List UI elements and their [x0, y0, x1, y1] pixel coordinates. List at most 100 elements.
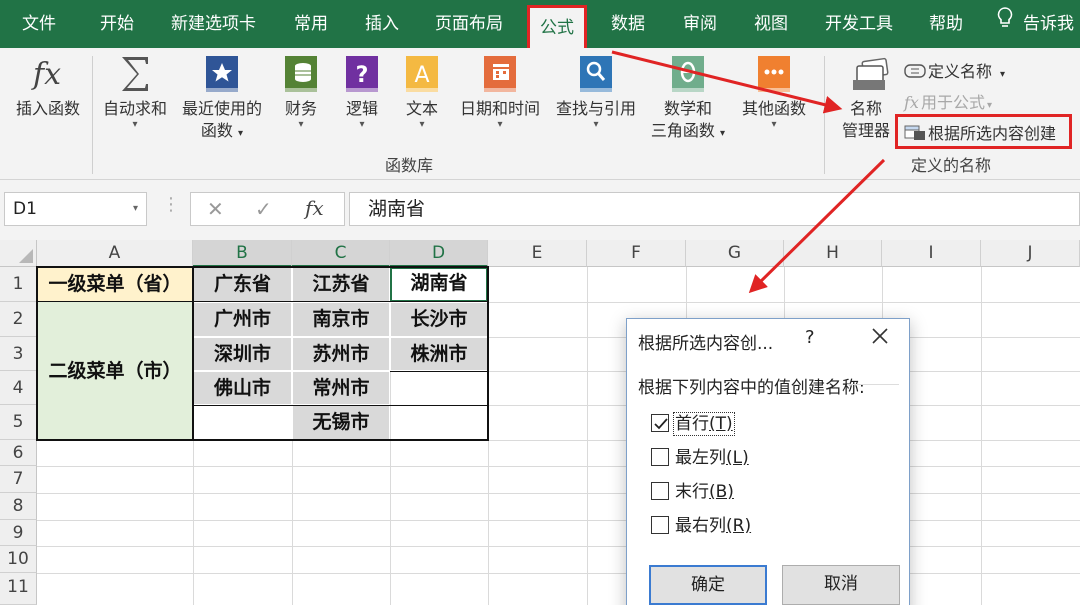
option-right-column-text: 最右列: [675, 516, 726, 536]
chevron-down-icon[interactable]: ▾: [133, 193, 138, 225]
coins-book-icon: [284, 54, 318, 94]
tab-insert[interactable]: 插入: [365, 0, 399, 48]
table-divider: [192, 266, 194, 441]
define-name-button[interactable]: 定义名称 ▾: [904, 58, 1005, 83]
column-header-h[interactable]: H: [784, 240, 882, 267]
svg-text:A: A: [414, 63, 429, 88]
chevron-down-icon: ▾: [359, 119, 365, 130]
column-header-e[interactable]: E: [488, 240, 587, 267]
formula-bar-resize-handle[interactable]: ⋮: [162, 194, 180, 215]
gridline: [981, 267, 982, 605]
insert-function-icon[interactable]: fx: [305, 196, 324, 220]
name-manager-button[interactable]: 名称 管理器: [836, 54, 896, 142]
column-header-a[interactable]: A: [37, 240, 193, 267]
name-manager-label-2: 管理器: [841, 121, 890, 140]
checkbox-bottom-row[interactable]: [651, 482, 669, 500]
gridline: [37, 466, 1080, 467]
calendar-book-icon: [483, 54, 517, 94]
checkbox-top-row[interactable]: [651, 414, 669, 432]
enter-icon[interactable]: ✓: [255, 197, 272, 221]
tab-formulas[interactable]: 公式: [527, 5, 587, 48]
more-functions-label: 其他函数: [741, 99, 806, 118]
ribbon-tab-bar: 文件 开始 新建选项卡 常用 插入 页面布局 公式 数据 审阅 视图 开发工具 …: [0, 0, 1080, 48]
create-from-selection-button[interactable]: 根据所选内容创建: [904, 120, 1056, 145]
dots-book-icon: [757, 54, 791, 94]
row-header-9[interactable]: 9: [0, 520, 37, 546]
formula-bar: D1 ▾ ⋮ ✕ ✓ fx 湖南省: [0, 180, 1080, 240]
name-box-value: D1: [13, 199, 37, 219]
column-header-f[interactable]: F: [587, 240, 686, 267]
formula-input[interactable]: 湖南省: [349, 192, 1080, 226]
text-button[interactable]: A 文本 ▾: [402, 54, 442, 130]
date-time-button[interactable]: 日期和时间 ▾: [456, 54, 544, 130]
tab-file[interactable]: 文件: [22, 0, 56, 48]
checkbox-left-column[interactable]: [651, 448, 669, 466]
column-header-c[interactable]: C: [292, 240, 390, 267]
recently-used-button[interactable]: 最近使用的 函数 ▾: [178, 54, 266, 145]
row-header-5[interactable]: 5: [0, 405, 37, 440]
row-header-2[interactable]: 2: [0, 302, 37, 337]
tab-help[interactable]: 帮助: [929, 0, 963, 48]
tab-home[interactable]: 开始: [100, 0, 134, 48]
row-header-4[interactable]: 4: [0, 371, 37, 405]
column-header-g[interactable]: G: [686, 240, 784, 267]
option-top-row-label: 首行(T): [673, 412, 735, 436]
logical-label: 逻辑: [345, 99, 378, 118]
sigma-icon: [118, 54, 152, 94]
more-functions-button[interactable]: 其他函数 ▾: [736, 54, 812, 130]
ok-button[interactable]: 确定: [649, 565, 767, 605]
column-header-b[interactable]: B: [193, 240, 292, 267]
ribbon-separator: [824, 56, 825, 174]
option-left-column[interactable]: 最左列(L): [651, 443, 749, 468]
tab-developer[interactable]: 开发工具: [825, 0, 893, 48]
row-header-10[interactable]: 10: [0, 546, 37, 573]
option-top-row[interactable]: 首行(T): [651, 409, 735, 436]
column-header-j[interactable]: J: [981, 240, 1080, 267]
tab-common[interactable]: 常用: [294, 0, 328, 48]
tab-data[interactable]: 数据: [611, 0, 645, 48]
help-button[interactable]: ?: [805, 327, 815, 348]
tab-review[interactable]: 审阅: [683, 0, 717, 48]
use-in-formula-button[interactable]: fx 用于公式 ▾: [904, 89, 992, 113]
row-header-6[interactable]: 6: [0, 440, 37, 466]
define-name-label: 定义名称: [928, 62, 993, 81]
logical-button[interactable]: ? 逻辑 ▾: [342, 54, 382, 130]
name-box[interactable]: D1 ▾: [4, 192, 147, 226]
tab-view[interactable]: 视图: [754, 0, 788, 48]
option-top-row-text: 首行: [675, 414, 709, 434]
column-header-i[interactable]: I: [882, 240, 981, 267]
option-bottom-row-text: 末行: [675, 482, 709, 502]
column-header-d[interactable]: D: [390, 240, 488, 267]
cancel-icon[interactable]: ✕: [207, 197, 224, 221]
row-header-1[interactable]: 1: [0, 267, 37, 302]
option-bottom-row[interactable]: 末行(B): [651, 477, 734, 502]
name-manager-label-1: 名称: [849, 99, 882, 118]
tab-new[interactable]: 新建选项卡: [171, 0, 256, 48]
tell-me-box[interactable]: 告诉我: [997, 0, 1074, 48]
tab-page-layout[interactable]: 页面布局: [435, 0, 503, 48]
financial-button[interactable]: 财务 ▾: [280, 54, 322, 130]
lookup-reference-button[interactable]: 查找与引用 ▾: [552, 54, 640, 130]
math-trig-label-1: 数学和: [663, 99, 712, 118]
insert-function-button[interactable]: fx 插入函数: [10, 54, 86, 120]
select-all-corner[interactable]: [0, 240, 37, 267]
math-trig-button[interactable]: 数学和 三角函数 ▾: [646, 54, 730, 145]
select-all-triangle-icon: [19, 249, 33, 263]
option-right-column[interactable]: 最右列(R): [651, 511, 751, 536]
option-right-column-key: (R): [726, 516, 752, 536]
gridline: [37, 493, 1080, 494]
worksheet-grid: A B C D E F G H I J 1 2 3 4 5 6 7 8 9 10…: [0, 240, 1080, 605]
row-header-11[interactable]: 11: [0, 573, 37, 605]
checkbox-right-column[interactable]: [651, 516, 669, 534]
row-header-3[interactable]: 3: [0, 337, 37, 371]
formula-buttons: ✕ ✓ fx: [190, 192, 345, 226]
cancel-button[interactable]: 取消: [782, 565, 900, 605]
row-header-8[interactable]: 8: [0, 493, 37, 520]
option-top-row-key: (T): [709, 414, 733, 434]
row-header-7[interactable]: 7: [0, 466, 37, 493]
lightbulb-icon: [997, 0, 1013, 48]
dialog-divider: [847, 384, 899, 385]
close-icon[interactable]: [867, 323, 893, 349]
autosum-button[interactable]: 自动求和 ▾: [99, 54, 171, 130]
gridline: [587, 267, 588, 605]
